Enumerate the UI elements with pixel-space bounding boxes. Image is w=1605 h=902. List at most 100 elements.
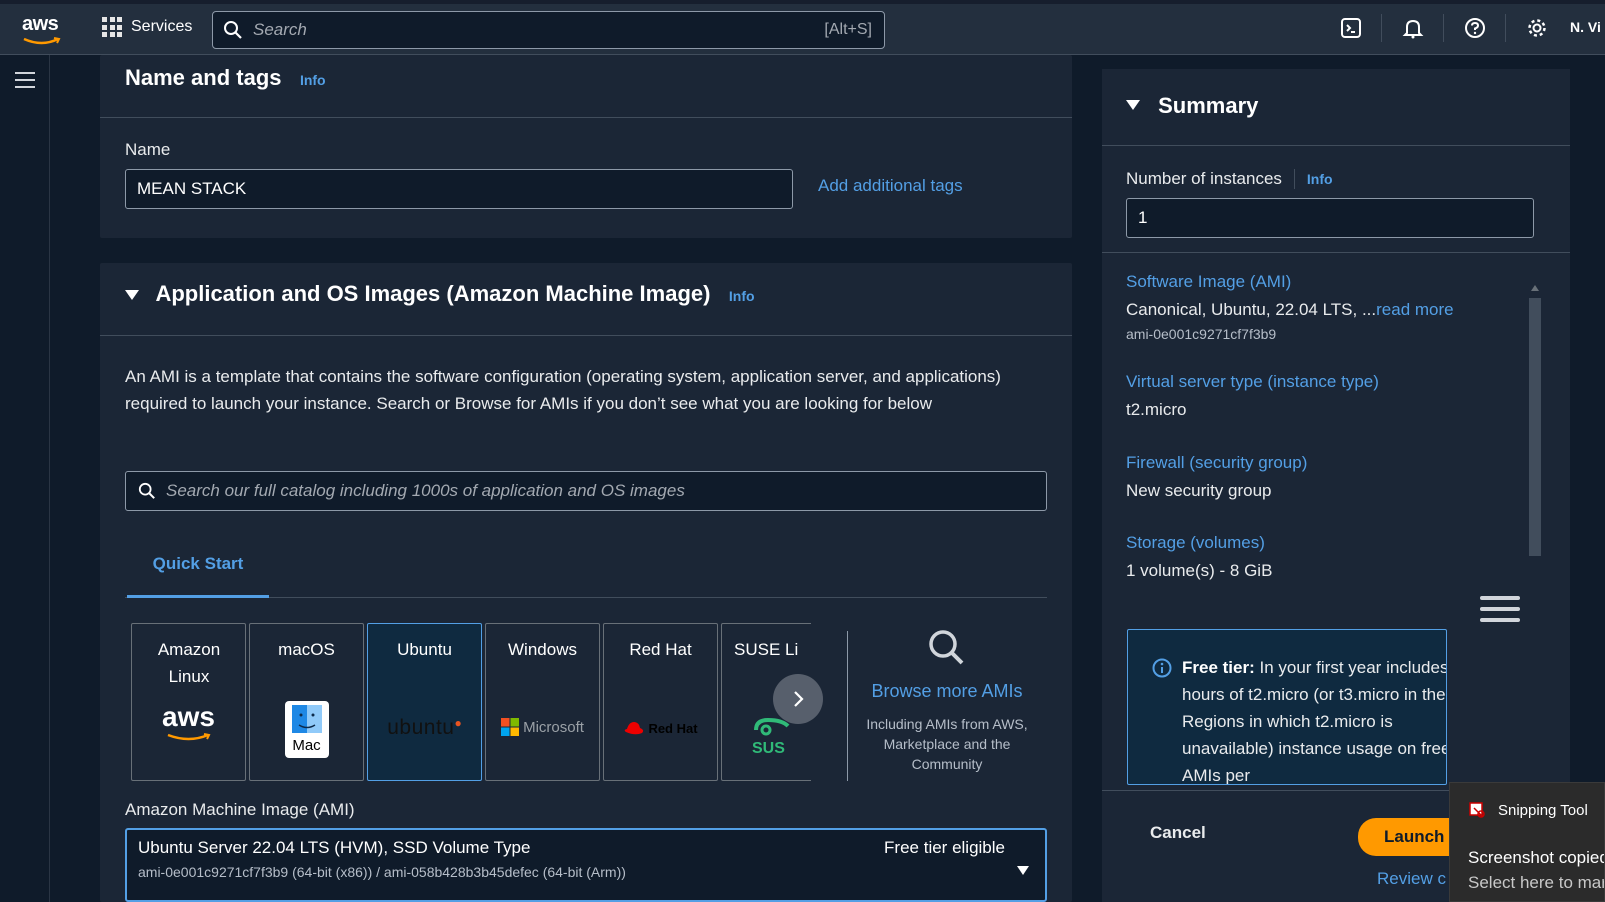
browse-more-amis-link[interactable]: Browse more AMIs [852, 681, 1042, 702]
grid-icon [102, 17, 122, 37]
aws-logo-text: aws [22, 13, 59, 35]
software-image-id: ami-0e001c9271cf7f3b9 [1126, 326, 1277, 342]
tile-ubuntu[interactable]: Ubuntu ubuntu● [367, 623, 482, 781]
name-tags-info-link[interactable]: Info [300, 72, 326, 88]
read-more-link[interactable]: read more [1376, 300, 1453, 319]
instances-label-row: Number of instances Info [1126, 169, 1333, 189]
ami-search-input[interactable]: Search our full catalog including 1000s … [125, 471, 1047, 511]
panel-divider [100, 117, 1072, 118]
search-icon [213, 20, 253, 40]
summary-divider [1102, 252, 1570, 253]
services-label: Services [131, 18, 193, 35]
add-additional-tags-link[interactable]: Add additional tags [818, 176, 963, 196]
ami-header[interactable]: Application and OS Images (Amazon Machin… [125, 281, 755, 307]
cancel-button[interactable]: Cancel [1150, 823, 1206, 843]
scroll-up-arrow-icon[interactable] [1531, 285, 1539, 291]
tile-red-hat[interactable]: Red Hat Red Hat [603, 623, 718, 781]
services-menu-button[interactable]: Services [102, 17, 192, 37]
review-commands-link[interactable]: Review c [1377, 869, 1446, 889]
collapse-caret-icon [1126, 100, 1140, 111]
search-shortcut: [Alt+S] [824, 21, 872, 38]
free-tier-alert: Free tier: In your first year includes 7… [1127, 629, 1447, 785]
storage-link[interactable]: Storage (volumes) [1126, 533, 1272, 553]
tile-name: Windows [508, 640, 577, 659]
info-circle-icon [1152, 658, 1172, 683]
ami-info-link[interactable]: Info [729, 288, 755, 304]
name-and-tags-panel: Name and tags Info Name MEAN STACK Add a… [100, 55, 1072, 238]
browse-more-amis-description: Including AMIs from AWS, Marketplace and… [866, 716, 1028, 772]
tile-name: Ubuntu [397, 640, 452, 659]
left-side-rail [0, 55, 50, 902]
help-icon[interactable] [1444, 14, 1506, 42]
ami-select-dropdown[interactable]: Ubuntu Server 22.04 LTS (HVM), SSD Volum… [125, 828, 1047, 902]
aws-logo-icon: aws [132, 703, 245, 748]
instance-type-section: Virtual server type (instance type) t2.m… [1126, 372, 1379, 420]
toast-header: Snipping Tool [1468, 800, 1588, 820]
browse-more-amis[interactable]: Browse more AMIs Including AMIs from AWS… [852, 628, 1042, 774]
ami-selected-ids: ami-0e001c9271cf7f3b9 (64-bit (x86)) / a… [138, 864, 626, 880]
tiles-separator [847, 631, 848, 781]
tab-quick-start[interactable]: Quick Start [127, 533, 269, 598]
snipping-tool-notification[interactable]: Snipping Tool Screenshot copied Select h… [1449, 782, 1605, 902]
summary-scrollbar[interactable] [1527, 280, 1543, 558]
nav-icon-group [1320, 14, 1568, 42]
settings-gear-icon[interactable] [1506, 14, 1568, 42]
cloudshell-icon[interactable] [1320, 14, 1382, 42]
toast-message: Screenshot copied [1468, 848, 1605, 867]
list-menu-icon[interactable] [1480, 596, 1520, 629]
name-input-value: MEAN STACK [137, 179, 247, 198]
instances-info-link[interactable]: Info [1307, 171, 1333, 187]
storage-section: Storage (volumes) 1 volume(s) - 8 GiB [1126, 533, 1272, 581]
software-image-link[interactable]: Software Image (AMI) [1126, 272, 1454, 292]
tile-macos[interactable]: macOS Mac [249, 623, 364, 781]
quick-start-tiles: Amazon Linux aws macOS Mac Ubuntu ubuntu… [131, 623, 811, 783]
tile-name: Red Hat [629, 640, 692, 659]
search-placeholder: Search [253, 20, 307, 39]
instances-value: 1 [1138, 208, 1148, 227]
tile-amazon-linux[interactable]: Amazon Linux aws [131, 623, 246, 781]
ami-panel: Application and OS Images (Amazon Machin… [100, 263, 1072, 902]
ami-select-label: Amazon Machine Image (AMI) [125, 800, 355, 819]
dropdown-caret-icon [1017, 866, 1029, 875]
tile-name: SUSE Li [734, 640, 799, 659]
tile-name: macOS [278, 640, 335, 659]
instances-label: Number of instances [1126, 169, 1282, 188]
ami-tabs: Quick Start [125, 533, 1047, 598]
tile-windows[interactable]: Windows Microsoft [485, 623, 600, 781]
snipping-tool-icon [1469, 802, 1485, 818]
ami-title: Application and OS Images (Amazon Machin… [155, 281, 711, 306]
carousel-next-button[interactable] [773, 674, 823, 724]
instance-type-value: t2.micro [1126, 400, 1187, 419]
summary-divider [1102, 145, 1570, 146]
aws-logo[interactable]: aws [22, 13, 62, 45]
summary-header[interactable]: Summary [1126, 93, 1258, 119]
global-search-input[interactable]: Search [Alt+S] [212, 11, 885, 49]
panel-divider [100, 335, 1072, 336]
summary-title: Summary [1158, 93, 1259, 118]
tile-name: Amazon Linux [157, 640, 221, 686]
ami-description: An AMI is a template that contains the s… [125, 367, 1001, 413]
software-image-value: Canonical, Ubuntu, 22.04 LTS, ...read mo… [1126, 300, 1454, 319]
search-icon [138, 482, 156, 500]
free-tier-eligible-badge: Free tier eligible [884, 838, 1005, 857]
toast-subtext: Select here to mar [1468, 873, 1605, 892]
number-of-instances-input[interactable]: 1 [1126, 198, 1534, 238]
name-tags-title: Name and tags [125, 65, 282, 90]
region-selector[interactable]: N. Vi [1570, 19, 1601, 35]
name-tags-header: Name and tags Info [125, 65, 326, 91]
magnifier-icon [929, 630, 964, 665]
notifications-bell-icon[interactable] [1382, 14, 1444, 42]
chevron-right-icon [794, 691, 804, 707]
ami-search-placeholder: Search our full catalog including 1000s … [166, 481, 685, 500]
firewall-link[interactable]: Firewall (security group) [1126, 453, 1307, 473]
firewall-value: New security group [1126, 481, 1272, 500]
scrollbar-thumb[interactable] [1529, 298, 1541, 556]
ami-selected-name: Ubuntu Server 22.04 LTS (HVM), SSD Volum… [138, 838, 531, 857]
redhat-logo-icon: Red Hat [604, 720, 717, 736]
aws-smile-icon [23, 37, 61, 45]
name-input[interactable]: MEAN STACK [125, 169, 793, 209]
instance-type-link[interactable]: Virtual server type (instance type) [1126, 372, 1379, 392]
menu-toggle-icon[interactable] [15, 72, 35, 93]
top-navigation: aws Services Search [Alt+S] N. Vi [0, 0, 1605, 55]
firewall-section: Firewall (security group) New security g… [1126, 453, 1307, 501]
